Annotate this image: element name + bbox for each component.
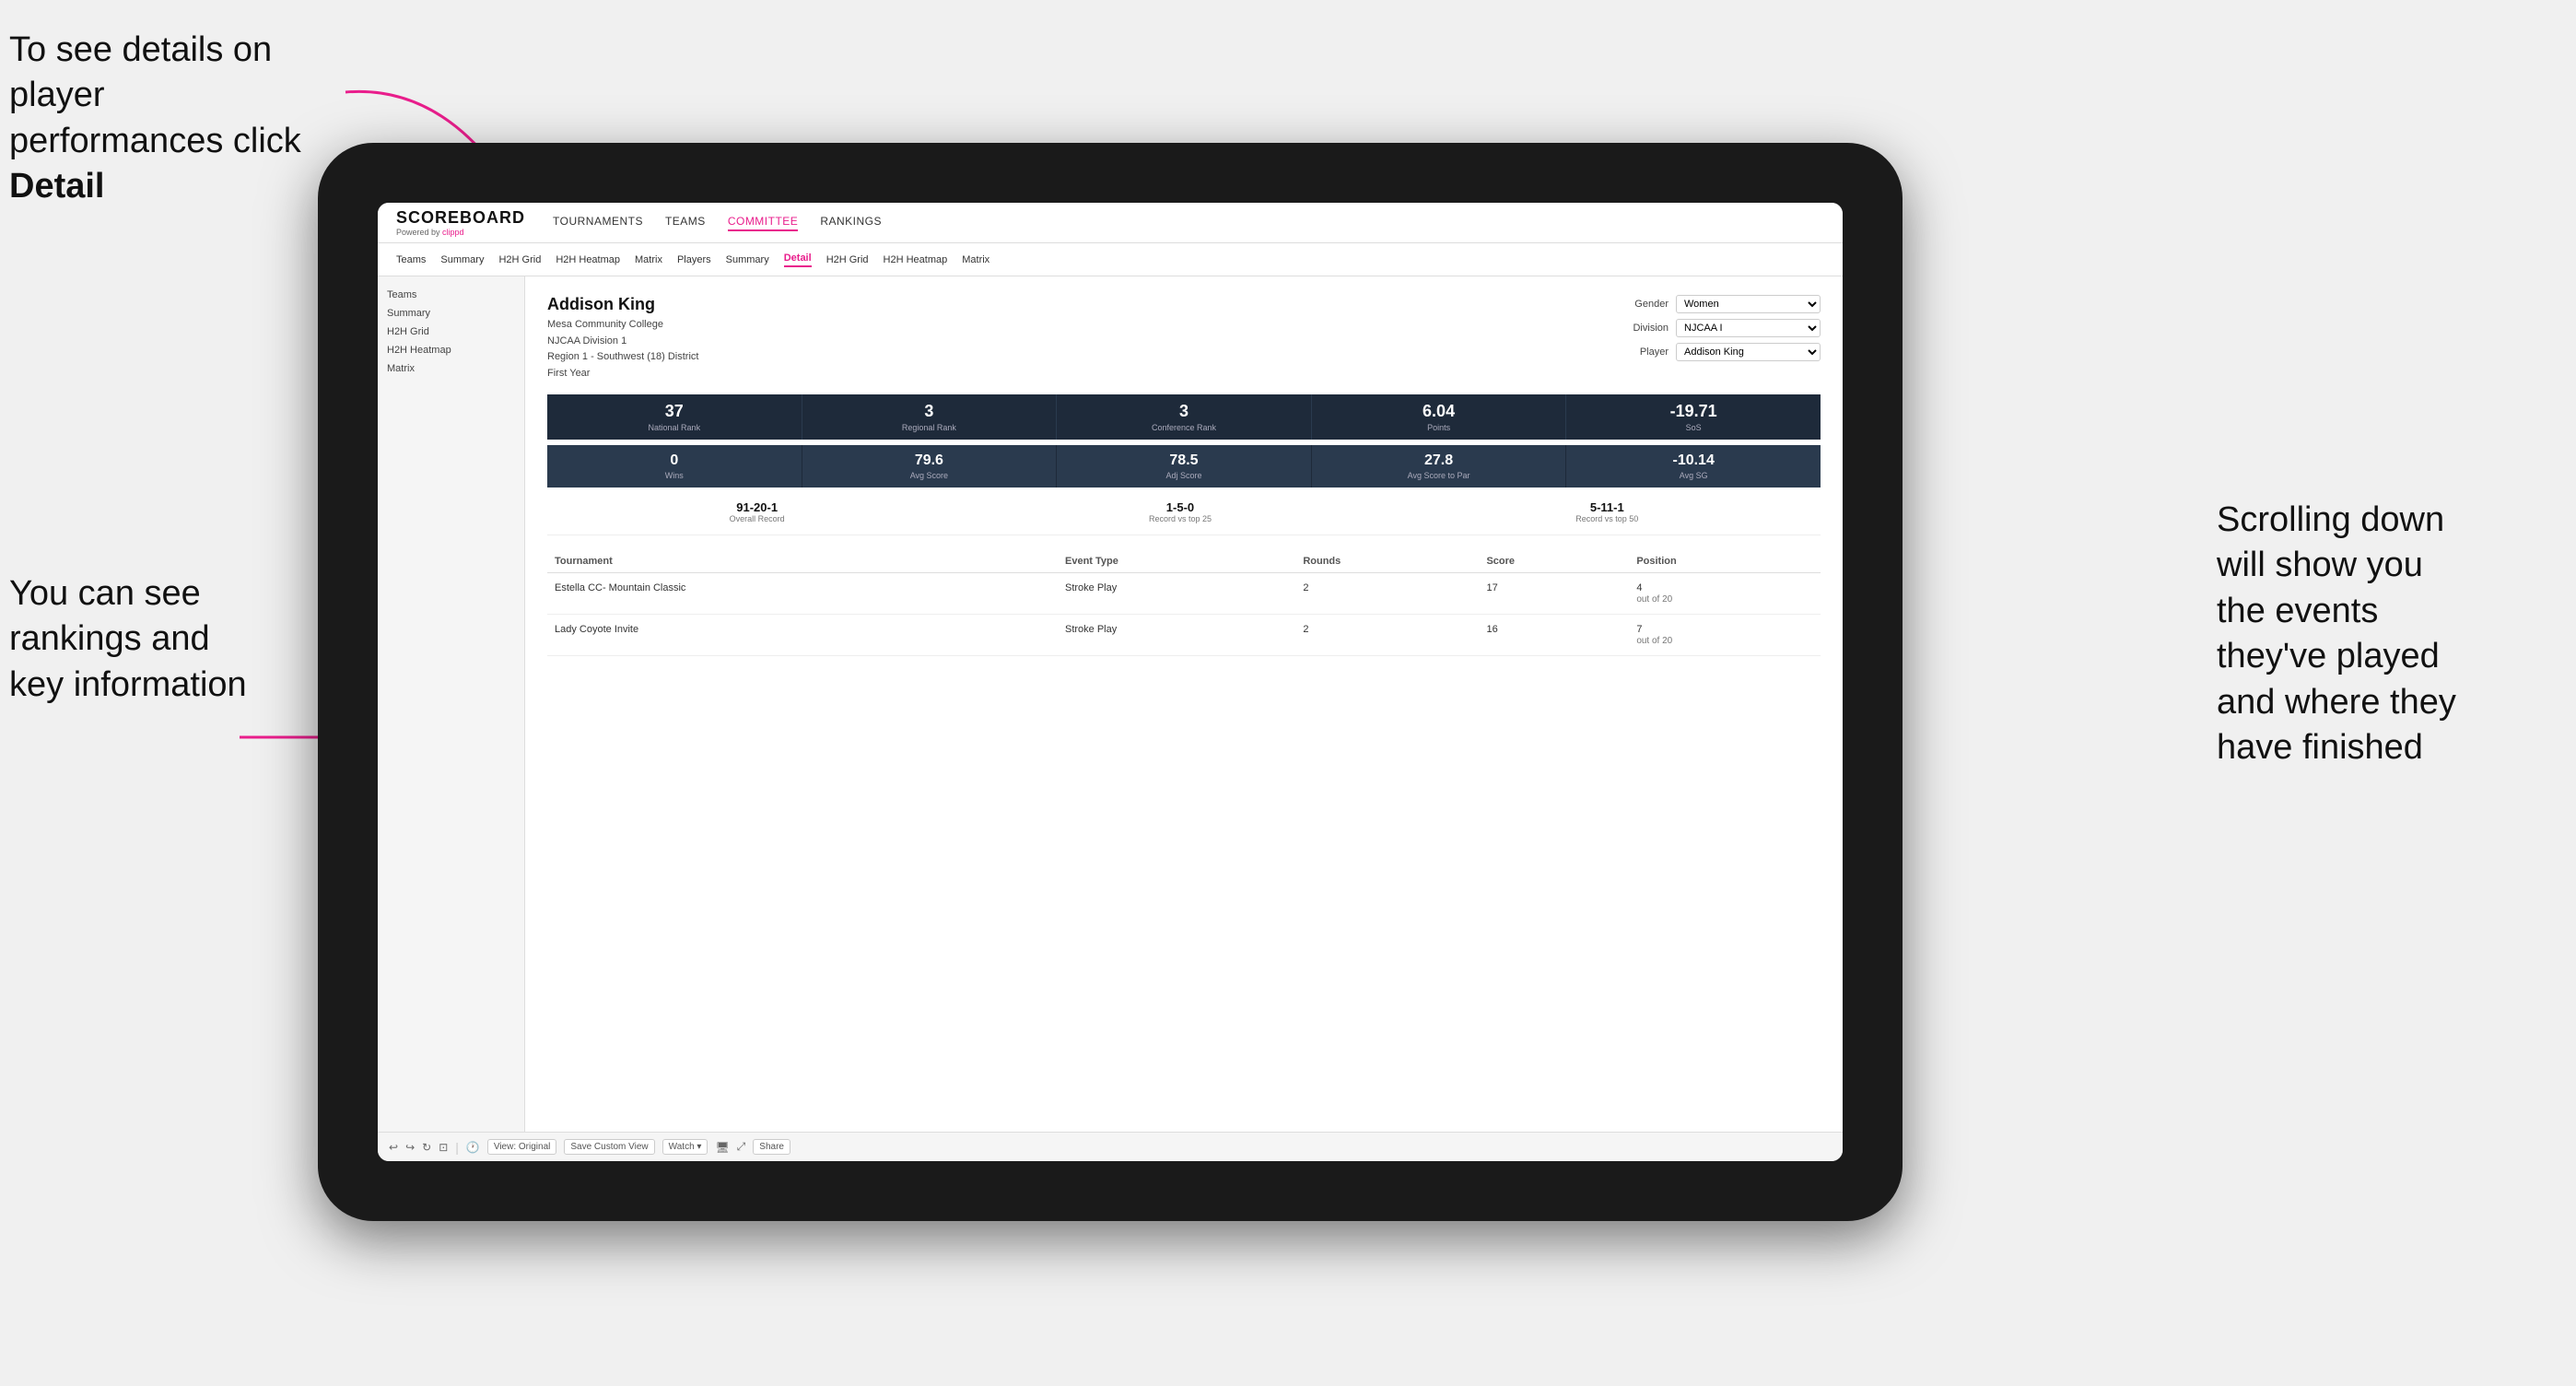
stats-row2: 0 Wins 79.6 Avg Score 78.5 Adj Score 27.… xyxy=(547,445,1821,487)
logo-sub: Powered by clippd xyxy=(396,228,525,237)
division-select[interactable]: NJCAA I xyxy=(1676,319,1821,337)
stat-avg-sg: -10.14 Avg SG xyxy=(1566,445,1821,487)
save-custom-view-btn[interactable]: Save Custom View xyxy=(564,1139,654,1155)
player-label: Player xyxy=(1618,346,1669,358)
expand-icon[interactable]: ⤢ xyxy=(737,1140,746,1154)
subnav-detail[interactable]: Detail xyxy=(784,253,812,267)
stat-regional-rank: 3 Regional Rank xyxy=(802,394,1058,440)
player-info: Addison King Mesa Community College NJCA… xyxy=(547,295,698,382)
annotation-bottom-left: You can see rankings and key information xyxy=(9,571,313,708)
subnav-matrix[interactable]: Matrix xyxy=(635,254,662,265)
record-top25: 1-5-0 Record vs top 25 xyxy=(1149,500,1212,523)
player-controls: Gender Women Division NJCAA I xyxy=(1618,295,1821,382)
nav-items: TOURNAMENTS TEAMS COMMITTEE RANKINGS xyxy=(553,215,882,231)
subnav-h2hgrid[interactable]: H2H Grid xyxy=(498,254,541,265)
subnav-summary[interactable]: Summary xyxy=(440,254,484,265)
cell-event-type-2: Stroke Play xyxy=(1058,615,1295,656)
tournament-table: Tournament Event Type Rounds Score Posit… xyxy=(547,550,1821,656)
table-row[interactable]: Estella CC- Mountain Classic Stroke Play… xyxy=(547,573,1821,615)
redo-icon[interactable]: ↪ xyxy=(405,1141,415,1154)
record-top50: 5-11-1 Record vs top 50 xyxy=(1575,500,1638,523)
gender-control: Gender Women xyxy=(1618,295,1821,313)
player-detail: Addison King Mesa Community College NJCA… xyxy=(525,276,1843,1132)
stat-national-rank: 37 National Rank xyxy=(547,394,802,440)
subnav-h2hheatmap2[interactable]: H2H Heatmap xyxy=(884,254,948,265)
subnav-teams[interactable]: Teams xyxy=(396,254,426,265)
logo-area: SCOREBOARD Powered by clippd xyxy=(396,208,525,237)
player-select[interactable]: Addison King xyxy=(1676,343,1821,361)
cell-tournament-1: Estella CC- Mountain Classic xyxy=(547,573,1058,615)
division-control: Division NJCAA I xyxy=(1618,319,1821,337)
clock-icon[interactable]: 🕐 xyxy=(466,1141,480,1154)
bottom-toolbar: ↩ ↪ ↻ ⊡ | 🕐 View: Original Save Custom V… xyxy=(378,1132,1843,1161)
refresh-icon[interactable]: ↻ xyxy=(422,1141,431,1154)
stat-conference-rank: 3 Conference Rank xyxy=(1057,394,1312,440)
subnav-players[interactable]: Players xyxy=(677,254,711,265)
sep1: | xyxy=(455,1140,459,1155)
stat-sos: -19.71 SoS xyxy=(1566,394,1821,440)
stat-points: 6.04 Points xyxy=(1312,394,1567,440)
sub-nav: Teams Summary H2H Grid H2H Heatmap Matri… xyxy=(378,243,1843,276)
table-row[interactable]: Lady Coyote Invite Stroke Play 2 16 7out… xyxy=(547,615,1821,656)
nav-rankings[interactable]: RANKINGS xyxy=(820,215,882,231)
gender-label: Gender xyxy=(1618,299,1669,310)
tablet-frame: SCOREBOARD Powered by clippd TOURNAMENTS… xyxy=(318,143,1903,1221)
col-rounds: Rounds xyxy=(1295,550,1479,573)
sidebar-h2hgrid[interactable]: H2H Grid xyxy=(387,323,515,341)
cell-rounds-2: 2 xyxy=(1295,615,1479,656)
cell-tournament-2: Lady Coyote Invite xyxy=(547,615,1058,656)
monitor-icon[interactable]: 🖥 xyxy=(715,1141,729,1154)
player-division: NJCAA Division 1 xyxy=(547,334,698,350)
subnav-matrix2[interactable]: Matrix xyxy=(962,254,989,265)
left-sidebar: Teams Summary H2H Grid H2H Heatmap Matri… xyxy=(378,276,525,1132)
watch-btn[interactable]: Watch ▾ xyxy=(662,1139,708,1155)
sidebar-h2hheatmap[interactable]: H2H Heatmap xyxy=(387,341,515,359)
cell-score-2: 16 xyxy=(1479,615,1629,656)
stat-wins: 0 Wins xyxy=(547,445,802,487)
logo-text: SCOREBOARD xyxy=(396,208,525,228)
sidebar-summary[interactable]: Summary xyxy=(387,304,515,323)
col-event-type: Event Type xyxy=(1058,550,1295,573)
player-region: Region 1 - Southwest (18) District xyxy=(547,349,698,366)
stat-avg-score-par: 27.8 Avg Score to Par xyxy=(1312,445,1567,487)
table-header-row: Tournament Event Type Rounds Score Posit… xyxy=(547,550,1821,573)
col-position: Position xyxy=(1629,550,1821,573)
player-name: Addison King xyxy=(547,295,698,314)
undo-icon[interactable]: ↩ xyxy=(389,1141,398,1154)
player-year: First Year xyxy=(547,366,698,382)
cell-rounds-1: 2 xyxy=(1295,573,1479,615)
player-control: Player Addison King xyxy=(1618,343,1821,361)
col-tournament: Tournament xyxy=(547,550,1058,573)
subnav-h2hheatmap[interactable]: H2H Heatmap xyxy=(556,254,620,265)
share-btn[interactable]: Share xyxy=(753,1139,790,1155)
player-college: Mesa Community College xyxy=(547,317,698,334)
nav-teams[interactable]: TEAMS xyxy=(665,215,706,231)
main-content: Teams Summary H2H Grid H2H Heatmap Matri… xyxy=(378,276,1843,1132)
record-row: 91-20-1 Overall Record 1-5-0 Record vs t… xyxy=(547,500,1821,535)
camera-icon[interactable]: ⊡ xyxy=(439,1141,448,1154)
nav-tournaments[interactable]: TOURNAMENTS xyxy=(553,215,643,231)
sidebar-matrix[interactable]: Matrix xyxy=(387,359,515,378)
col-score: Score xyxy=(1479,550,1629,573)
division-label: Division xyxy=(1618,323,1669,334)
view-original-btn[interactable]: View: Original xyxy=(487,1139,557,1155)
stat-adj-score: 78.5 Adj Score xyxy=(1057,445,1312,487)
subnav-summary2[interactable]: Summary xyxy=(726,254,769,265)
cell-event-type-1: Stroke Play xyxy=(1058,573,1295,615)
stat-avg-score: 79.6 Avg Score xyxy=(802,445,1058,487)
cell-position-2: 7out of 20 xyxy=(1629,615,1821,656)
cell-score-1: 17 xyxy=(1479,573,1629,615)
cell-position-1: 4out of 20 xyxy=(1629,573,1821,615)
sidebar-teams[interactable]: Teams xyxy=(387,286,515,304)
gender-select[interactable]: Women xyxy=(1676,295,1821,313)
annotation-top-left: To see details on player performances cl… xyxy=(9,28,322,210)
tablet-screen: SCOREBOARD Powered by clippd TOURNAMENTS… xyxy=(378,203,1843,1161)
subnav-h2hgrid2[interactable]: H2H Grid xyxy=(826,254,869,265)
annotation-right: Scrolling down will show you the events … xyxy=(2217,498,2567,770)
record-overall: 91-20-1 Overall Record xyxy=(730,500,785,523)
top-nav: SCOREBOARD Powered by clippd TOURNAMENTS… xyxy=(378,203,1843,243)
nav-committee[interactable]: COMMITTEE xyxy=(728,215,799,231)
player-header: Addison King Mesa Community College NJCA… xyxy=(547,295,1821,382)
stats-row1: 37 National Rank 3 Regional Rank 3 Confe… xyxy=(547,394,1821,440)
